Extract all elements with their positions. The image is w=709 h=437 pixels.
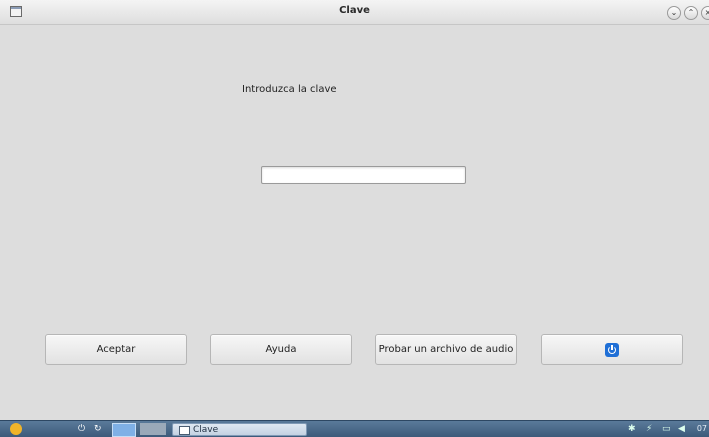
test-audio-button[interactable]: Probar un archivo de audio [375, 334, 517, 365]
clave-dialog-window: Clave ⌄ ⌃ × Introduzca la clave Aceptar … [0, 0, 709, 420]
help-button[interactable]: Ayuda [210, 334, 352, 365]
accept-button-label: Aceptar [96, 344, 136, 355]
test-audio-button-label: Probar un archivo de audio [378, 344, 514, 355]
maximize-button[interactable]: ⌃ [684, 6, 698, 20]
power-icon [605, 342, 619, 357]
chevron-up-icon: ⌃ [687, 8, 695, 17]
network-icon[interactable]: ⚡ [646, 423, 656, 435]
accept-button[interactable]: Aceptar [45, 334, 187, 365]
power-icon[interactable]: ⏻ [78, 423, 88, 435]
window-title: Clave [339, 5, 370, 16]
volume-icon[interactable]: ◀ [678, 423, 688, 435]
password-input[interactable] [261, 166, 466, 184]
taskbar: ⏻ ↻ Clave ✱ ⚡ ▭ ◀ 07 [0, 420, 709, 437]
help-button-label: Ayuda [265, 344, 297, 355]
close-button[interactable]: × [701, 6, 709, 20]
minimize-button[interactable]: ⌄ [667, 6, 681, 20]
bluetooth-icon[interactable]: ✱ [628, 423, 636, 435]
power-button[interactable] [541, 334, 683, 365]
taskbar-item-clave[interactable]: Clave [172, 423, 307, 436]
workspace-pager[interactable] [140, 423, 166, 435]
close-icon: × [704, 8, 709, 17]
show-desktop-icon[interactable] [112, 423, 136, 437]
taskbar-item-label: Clave [193, 425, 219, 435]
battery-icon[interactable]: ▭ [662, 423, 674, 435]
chevron-down-icon: ⌄ [670, 8, 678, 17]
password-prompt-label: Introduzca la clave [242, 84, 337, 95]
refresh-icon[interactable]: ↻ [94, 423, 104, 435]
title-bar: Clave ⌄ ⌃ × [0, 0, 709, 25]
window-icon [179, 426, 190, 435]
start-menu-icon[interactable] [10, 423, 22, 435]
clock[interactable]: 07 [697, 424, 707, 433]
